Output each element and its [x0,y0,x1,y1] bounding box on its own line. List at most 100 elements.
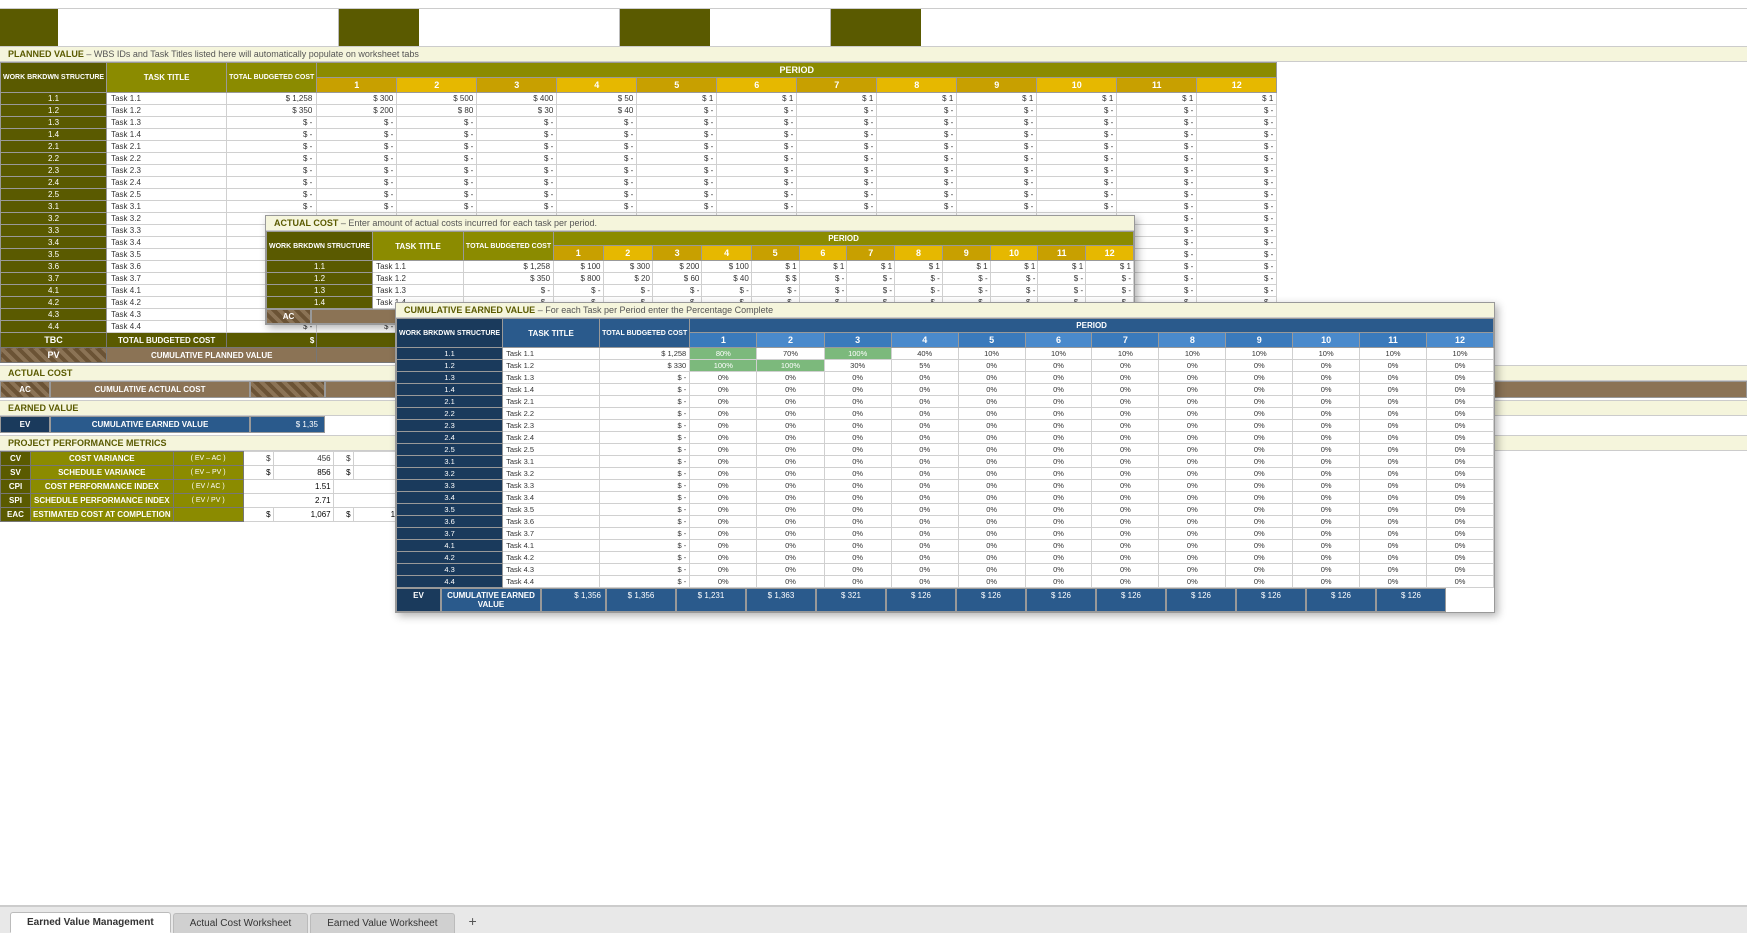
pv-cell[interactable]: $ - [1197,105,1277,117]
pv-tbc[interactable]: $ - [227,141,317,153]
pv-cell[interactable]: $ - [477,201,557,213]
ev-pct[interactable]: 0% [1427,516,1494,528]
pv-cell[interactable]: $ - [1037,153,1117,165]
ev-pct[interactable]: 0% [1293,432,1360,444]
ev-wbs[interactable]: 3.2 [397,468,503,480]
pv-wbs[interactable]: 4.1 [1,285,107,297]
ev-pct[interactable]: 0% [1025,444,1092,456]
pv-cell[interactable]: $ - [637,117,717,129]
pv-cell[interactable]: $ - [957,189,1037,201]
ev-pct[interactable]: 0% [1226,528,1293,540]
ev-pct[interactable]: 0% [757,456,824,468]
pv-wbs[interactable]: 3.4 [1,237,107,249]
pv-cell[interactable]: $ - [477,117,557,129]
ev-pct[interactable]: 0% [757,528,824,540]
ev-pct[interactable]: 0% [1159,384,1226,396]
ev-pct[interactable]: 0% [891,444,958,456]
ev-pct[interactable]: 0% [1293,552,1360,564]
ev-tbc-val[interactable]: $ - [600,552,690,564]
ev-task[interactable]: Task 4.3 [503,564,600,576]
ev-task[interactable]: Task 1.3 [503,372,600,384]
ev-pct[interactable]: 0% [1293,528,1360,540]
pv-cell[interactable]: $ - [557,129,637,141]
ev-pct[interactable]: 0% [958,576,1025,588]
pv-cell[interactable]: $ - [877,177,957,189]
pv-wbs[interactable]: 3.7 [1,273,107,285]
ev-pct[interactable]: 0% [1092,540,1159,552]
ev-pct[interactable]: 0% [891,396,958,408]
pv-cell[interactable]: $ - [957,201,1037,213]
pv-wbs[interactable]: 4.2 [1,297,107,309]
sv-v1[interactable]: 856 [273,466,333,480]
ac-val[interactable]: $ - [1038,285,1086,297]
ev-tbc-val[interactable]: $ - [600,372,690,384]
ev-pct[interactable]: 0% [1226,480,1293,492]
ev-wbs[interactable]: 4.1 [397,540,503,552]
ac-val[interactable]: $ - [942,273,990,285]
ev-pct[interactable]: 0% [1360,528,1427,540]
ev-tbc-val[interactable]: $ - [600,528,690,540]
ev-pct[interactable]: 0% [757,408,824,420]
pv-wbs[interactable]: 2.3 [1,165,107,177]
pv-task[interactable]: Task 2.3 [107,165,227,177]
ev-pct[interactable]: 10% [1159,348,1226,360]
ev-tbc-val[interactable]: $ - [600,444,690,456]
ac-val[interactable]: $ 1 [799,261,847,273]
ev-pct[interactable]: 0% [1159,516,1226,528]
ev-pct[interactable]: 0% [891,480,958,492]
ev-pct[interactable]: 0% [1360,576,1427,588]
ev-pct[interactable]: 0% [824,444,891,456]
pv-cell[interactable]: $ - [397,201,477,213]
pv-cell[interactable]: $ 200 [317,105,397,117]
ev-pct[interactable]: 0% [824,408,891,420]
ev-task[interactable]: Task 2.3 [503,420,600,432]
ev-task[interactable]: Task 4.1 [503,540,600,552]
pv-cell[interactable]: $ - [637,141,717,153]
ev-pct[interactable]: 0% [1025,408,1092,420]
ev-pct[interactable]: 0% [690,480,757,492]
pv-cell[interactable]: $ 1 [957,93,1037,105]
ev-task[interactable]: Task 3.5 [503,504,600,516]
ev-pct[interactable]: 0% [891,564,958,576]
ev-pct[interactable]: 100% [757,360,824,372]
ac-val[interactable]: $ $ [751,273,799,285]
pv-cell[interactable]: $ - [1197,273,1277,285]
tab-actual-cost[interactable]: Actual Cost Worksheet [173,913,309,933]
pv-task[interactable]: Task 2.1 [107,141,227,153]
ev-tbc-val[interactable]: $ 330 [600,360,690,372]
ac-wbs[interactable]: 1.3 [267,285,373,297]
ac-val[interactable]: $ 1 [895,261,943,273]
ev-pct[interactable]: 0% [690,528,757,540]
ev-pct[interactable]: 0% [958,432,1025,444]
ev-pct[interactable]: 0% [690,420,757,432]
ev-pct[interactable]: 0% [1427,432,1494,444]
ev-task[interactable]: Task 2.2 [503,408,600,420]
ev-pct[interactable]: 0% [1293,456,1360,468]
ac-val[interactable]: $ 60 [652,273,701,285]
pv-cell[interactable]: $ - [1197,129,1277,141]
ev-pct[interactable]: 0% [1092,564,1159,576]
ev-task[interactable]: Task 3.2 [503,468,600,480]
pv-cell[interactable]: $ - [557,201,637,213]
ev-pct[interactable]: 0% [1092,468,1159,480]
ev-wbs[interactable]: 2.4 [397,432,503,444]
ev-task[interactable]: Task 1.2 [503,360,600,372]
ev-wbs[interactable]: 4.4 [397,576,503,588]
ev-pct[interactable]: 0% [824,552,891,564]
ev-pct[interactable]: 0% [757,372,824,384]
ev-pct[interactable]: 0% [1092,444,1159,456]
ev-pct[interactable]: 0% [1360,480,1427,492]
ev-pct[interactable]: 0% [824,504,891,516]
ev-pct[interactable]: 0% [958,564,1025,576]
pv-cell[interactable]: $ - [717,141,797,153]
ev-pct[interactable]: 0% [690,552,757,564]
pv-cell[interactable]: $ - [637,129,717,141]
ev-pct[interactable]: 0% [757,420,824,432]
ev-pct[interactable]: 0% [1360,564,1427,576]
ev-pct[interactable]: 0% [1025,492,1092,504]
ev-pct[interactable]: 0% [824,456,891,468]
ev-tbc-val[interactable]: $ - [600,480,690,492]
ac-task[interactable]: Task 1.1 [373,261,464,273]
pv-cell[interactable]: $ 1 [797,93,877,105]
pv-task[interactable]: Task 1.3 [107,117,227,129]
